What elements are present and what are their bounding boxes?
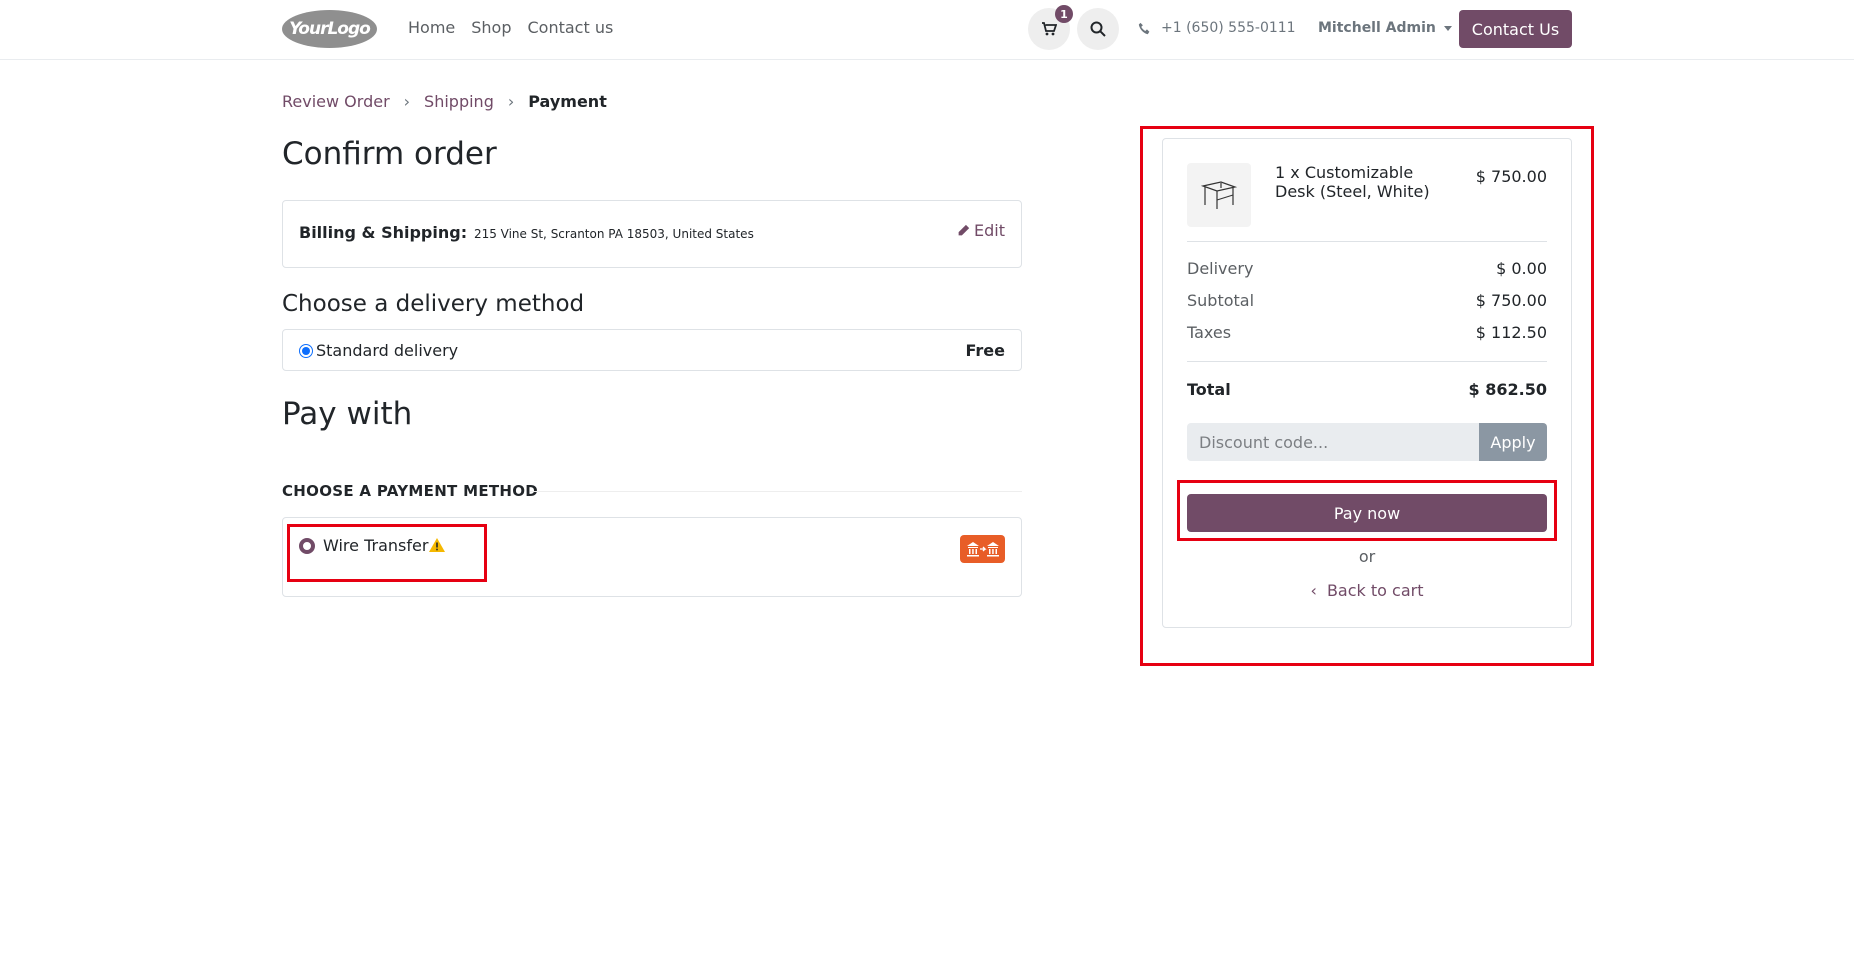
breadcrumb-review-order[interactable]: Review Order <box>282 92 390 111</box>
delivery-radio[interactable] <box>299 344 313 358</box>
delivery-option[interactable]: Standard delivery Free <box>282 329 1022 371</box>
edit-label: Edit <box>974 221 1005 240</box>
phone-number: +1 (650) 555-0111 <box>1161 20 1296 36</box>
user-menu[interactable]: Mitchell Admin <box>1318 20 1452 36</box>
nav-home[interactable]: Home <box>408 18 455 37</box>
search-button[interactable] <box>1077 8 1119 50</box>
cart-icon <box>1042 22 1057 36</box>
nav-contact[interactable]: Contact us <box>528 18 614 37</box>
edit-address-link[interactable]: Edit <box>957 221 1005 240</box>
cart-count-badge: 1 <box>1055 5 1073 23</box>
phone-contact[interactable]: +1 (650) 555-0111 <box>1138 20 1296 36</box>
billing-label: Billing & Shipping: <box>299 223 468 242</box>
chevron-right-icon: › <box>507 92 515 111</box>
search-icon <box>1090 21 1106 37</box>
pencil-icon <box>958 224 970 236</box>
billing-info: Billing & Shipping: 215 Vine St, Scranto… <box>299 223 754 242</box>
site-logo[interactable]: YourLogo <box>282 10 377 48</box>
breadcrumb-shipping[interactable]: Shipping <box>424 92 494 111</box>
phone-icon <box>1138 22 1150 34</box>
highlight-order-summary <box>1140 126 1594 666</box>
nav-shop[interactable]: Shop <box>471 18 511 37</box>
delivery-option-price: Free <box>965 341 1006 360</box>
top-header: YourLogo Home Shop Contact us 1 +1 (650)… <box>0 0 1854 60</box>
main-nav: Home Shop Contact us <box>408 18 613 37</box>
pay-with-heading: Pay with <box>282 396 413 432</box>
chevron-right-icon: › <box>403 92 411 111</box>
payment-method-heading: CHOOSE A PAYMENT METHOD <box>282 482 539 500</box>
chevron-down-icon <box>1443 25 1452 31</box>
page-title: Confirm order <box>282 136 497 172</box>
section-divider <box>530 491 1022 492</box>
billing-address: 215 Vine St, Scranton PA 18503, United S… <box>473 227 754 241</box>
user-name: Mitchell Admin <box>1318 20 1436 36</box>
bank-transfer-icon <box>960 535 1005 563</box>
highlight-wire-transfer <box>287 524 487 582</box>
breadcrumb-payment: Payment <box>528 92 607 111</box>
delivery-option-label: Standard delivery <box>316 341 459 360</box>
highlight-pay-now <box>1177 480 1557 541</box>
billing-card: Billing & Shipping: 215 Vine St, Scranto… <box>282 200 1022 268</box>
delivery-heading: Choose a delivery method <box>282 291 585 317</box>
checkout-breadcrumb: Review Order › Shipping › Payment <box>282 92 607 111</box>
contact-us-button[interactable]: Contact Us <box>1459 10 1572 48</box>
cart-button[interactable]: 1 <box>1028 5 1073 50</box>
